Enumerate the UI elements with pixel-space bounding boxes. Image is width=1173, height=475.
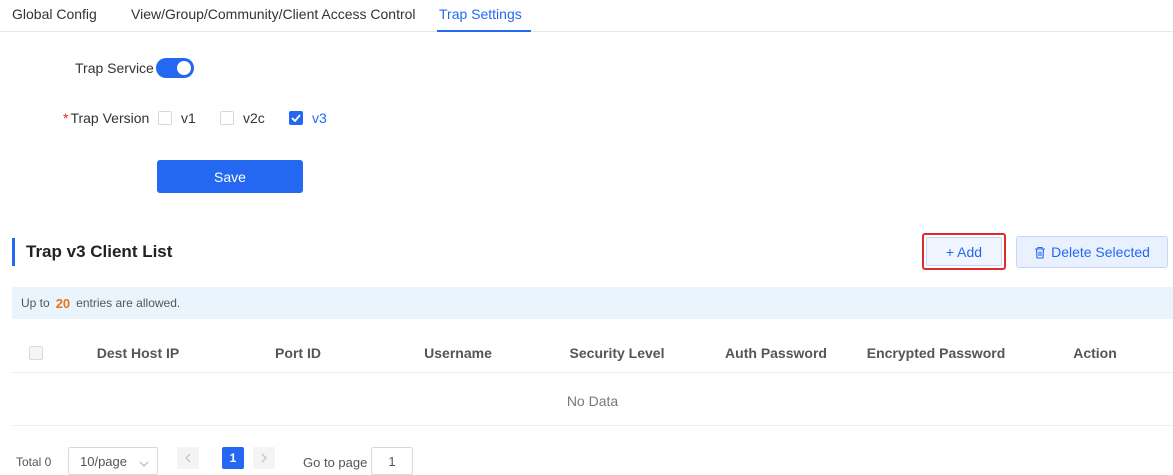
tab-global-config[interactable]: Global Config: [12, 6, 97, 22]
section-accent-bar: [12, 238, 15, 266]
delete-selected-label: Delete Selected: [1051, 244, 1150, 260]
tab-bar: Global Config View/Group/Community/Clien…: [0, 0, 1173, 32]
section-title: Trap v3 Client List: [26, 242, 173, 261]
notice-prefix: Up to: [21, 296, 50, 310]
delete-selected-button[interactable]: Delete Selected: [1016, 236, 1168, 268]
notice-count: 20: [55, 295, 71, 311]
no-data-text: No Data: [566, 393, 619, 409]
total-count: Total 0: [16, 455, 52, 469]
goto-page-input[interactable]: [371, 447, 413, 475]
column-port-id: Port ID: [275, 345, 321, 361]
chevron-right-icon: [261, 453, 267, 463]
trap-version-label: * Trap Version: [63, 110, 149, 126]
v3-label: v3: [312, 110, 327, 126]
v2c-label: v2c: [243, 110, 265, 126]
check-icon: [291, 114, 301, 122]
tab-trap-settings[interactable]: Trap Settings: [439, 6, 522, 22]
tab-access-control[interactable]: View/Group/Community/Client Access Contr…: [131, 6, 416, 22]
column-encrypted-password: Encrypted Password: [866, 345, 1006, 361]
trap-service-toggle[interactable]: [156, 58, 194, 78]
save-button[interactable]: Save: [157, 160, 303, 193]
v1-label: v1: [181, 110, 196, 126]
select-all-checkbox[interactable]: [29, 346, 43, 360]
v1-checkbox[interactable]: [158, 111, 172, 125]
column-dest-host-ip: Dest Host IP: [96, 345, 180, 361]
column-username: Username: [424, 345, 492, 361]
active-tab-indicator: [437, 30, 531, 32]
version-option-v2c[interactable]: v2c: [220, 110, 265, 126]
entries-limit-notice: Up to 20 entries are allowed.: [12, 287, 1173, 319]
column-auth-password: Auth Password: [725, 345, 827, 361]
prev-page-button[interactable]: [177, 447, 199, 469]
page-size-select[interactable]: 10/page: [68, 447, 158, 475]
trap-service-label: Trap Service: [75, 60, 154, 76]
trap-version-label-text: Trap Version: [70, 110, 150, 126]
table-body: No Data: [12, 373, 1173, 426]
version-option-v1[interactable]: v1: [158, 110, 196, 126]
goto-page-label: Go to page: [303, 455, 368, 470]
page-number-current[interactable]: 1: [222, 447, 244, 469]
chevron-left-icon: [185, 453, 191, 463]
table-header: Dest Host IP Port ID Username Security L…: [12, 333, 1173, 373]
page-size-value: 10/page: [80, 453, 127, 469]
next-page-button[interactable]: [253, 447, 275, 469]
v2c-checkbox[interactable]: [220, 111, 234, 125]
column-action: Action: [1073, 345, 1117, 361]
add-button[interactable]: + Add: [926, 237, 1002, 266]
add-button-highlight: + Add: [922, 233, 1006, 270]
notice-suffix: entries are allowed.: [76, 296, 181, 310]
version-option-v3[interactable]: v3: [289, 110, 327, 126]
chevron-down-icon: [139, 456, 149, 471]
required-mark: *: [63, 110, 69, 126]
toggle-knob: [177, 61, 191, 75]
v3-checkbox[interactable]: [289, 111, 303, 125]
column-security-level: Security Level: [569, 345, 665, 361]
trash-icon: [1034, 246, 1046, 259]
